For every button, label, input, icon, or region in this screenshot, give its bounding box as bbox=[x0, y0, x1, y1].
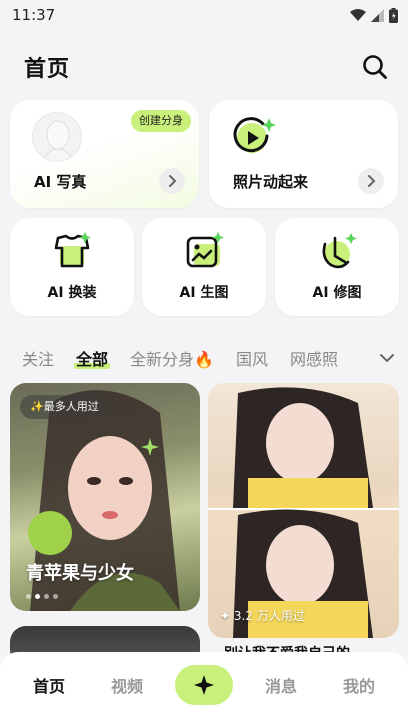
bottom-navigation: 首页 视频 消息 我的 bbox=[0, 652, 408, 725]
photo-animate-label: 照片动起来 bbox=[233, 173, 309, 191]
nav-me[interactable]: 我的 bbox=[329, 673, 389, 697]
ai-image-gen-label: AI 生图 bbox=[179, 285, 229, 301]
retouch-icon bbox=[322, 233, 357, 269]
portrait-illustration bbox=[208, 387, 399, 638]
feed-card-yellow-shirt[interactable]: ✦ 3.2 万人用过 bbox=[208, 383, 399, 638]
bust-icon bbox=[43, 120, 73, 161]
carousel-dot bbox=[53, 594, 58, 599]
create-avatar-badge[interactable]: 创建分身 bbox=[131, 110, 191, 132]
shirt-icon bbox=[54, 232, 91, 268]
avatar-placeholder bbox=[32, 112, 82, 162]
status-time: 11:37 bbox=[12, 6, 56, 24]
create-button[interactable] bbox=[175, 664, 233, 705]
wifi-icon bbox=[350, 8, 366, 21]
nav-video[interactable]: 视频 bbox=[97, 673, 157, 697]
users-count-label: ✦ 3.2 万人用过 bbox=[220, 609, 305, 623]
nav-messages[interactable]: 消息 bbox=[251, 673, 311, 697]
ai-portrait-label: AI 写真 bbox=[34, 173, 87, 191]
ai-outfit-card[interactable]: AI 换装 bbox=[10, 218, 134, 316]
carousel-dot bbox=[44, 594, 49, 599]
tabs-expand-button[interactable] bbox=[338, 340, 408, 376]
ai-portrait-card[interactable]: 创建分身 AI 写真 bbox=[10, 100, 199, 208]
status-icons bbox=[350, 7, 398, 23]
tab-all[interactable]: 全部 bbox=[74, 346, 111, 370]
sparkle-icon bbox=[194, 674, 214, 695]
carousel-dot-active bbox=[35, 594, 40, 599]
photo-animate-arrow-button[interactable] bbox=[358, 168, 384, 194]
chevron-right-icon bbox=[169, 175, 177, 187]
signal-icon bbox=[371, 8, 384, 22]
chevron-right-icon bbox=[368, 175, 376, 187]
status-bar: 11:37 bbox=[0, 0, 408, 30]
feed-card-green-apple[interactable]: ✨最多人用过 青苹果与少女 bbox=[10, 383, 200, 611]
tab-following[interactable]: 关注 bbox=[22, 346, 54, 370]
ai-retouch-card[interactable]: AI 修图 bbox=[275, 218, 399, 316]
most-used-badge: ✨最多人用过 bbox=[20, 395, 109, 419]
search-icon[interactable] bbox=[362, 54, 388, 80]
tab-guofeng[interactable]: 国风 bbox=[236, 346, 268, 370]
nav-home[interactable]: 首页 bbox=[19, 673, 79, 697]
tab-net-style[interactable]: 网感照 bbox=[290, 346, 338, 370]
battery-icon bbox=[389, 7, 398, 23]
ai-outfit-label: AI 换装 bbox=[47, 285, 97, 301]
ai-retouch-label: AI 修图 bbox=[312, 285, 362, 301]
tab-new-avatar[interactable]: 全新分身🔥 bbox=[130, 346, 214, 370]
chevron-down-icon bbox=[380, 354, 394, 363]
page-title: 首页 bbox=[24, 57, 71, 82]
image-gen-icon bbox=[186, 232, 224, 268]
ai-portrait-arrow-button[interactable] bbox=[159, 168, 185, 194]
feed-card-title: 青苹果与少女 bbox=[26, 563, 134, 584]
app-header: 首页 bbox=[0, 42, 408, 92]
photo-animate-card[interactable]: 照片动起来 bbox=[209, 100, 398, 208]
ai-image-gen-card[interactable]: AI 生图 bbox=[142, 218, 266, 316]
carousel-dot bbox=[26, 594, 31, 599]
play-sparkle-icon bbox=[233, 117, 276, 153]
carousel-dots bbox=[26, 594, 58, 599]
